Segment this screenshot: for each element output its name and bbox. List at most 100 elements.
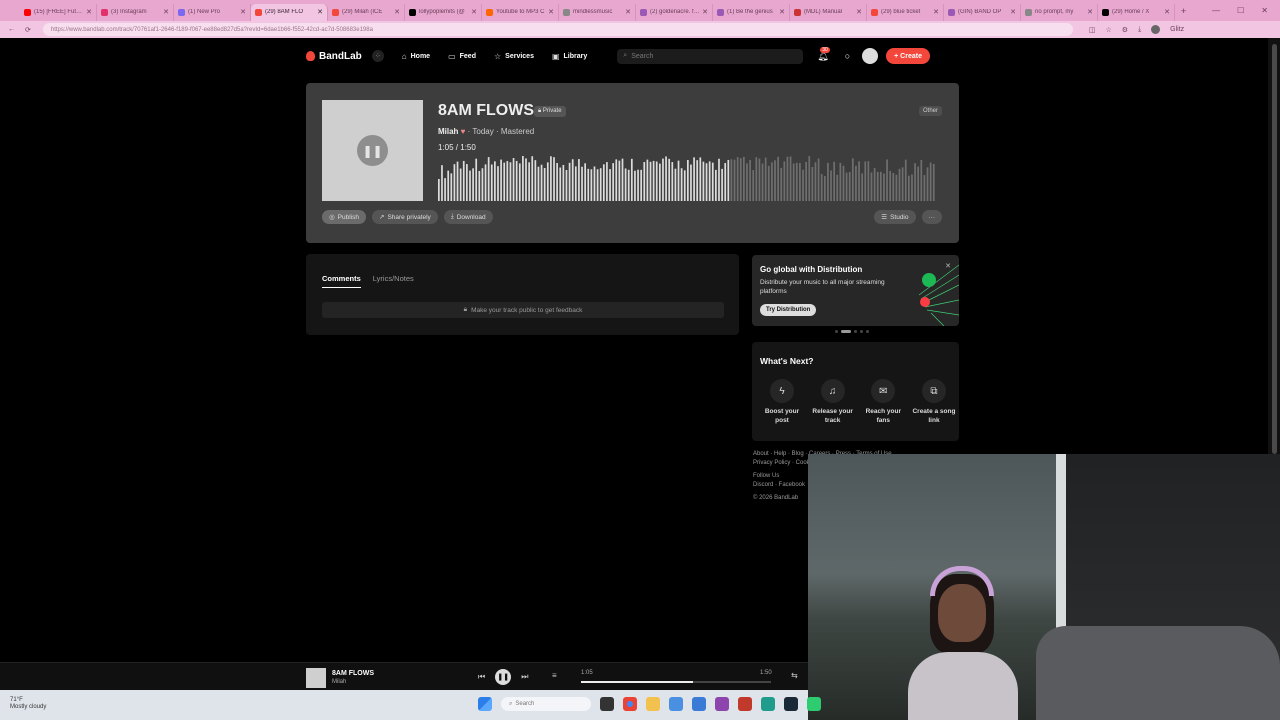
close-tab-icon[interactable]: ✕ (1087, 8, 1093, 16)
browser-tab[interactable]: (2) goldenacre. fun ✕ (636, 3, 713, 21)
close-tab-icon[interactable]: ✕ (317, 8, 323, 16)
share-privately-button[interactable]: ↗ Share privately (372, 210, 438, 224)
extension-icon[interactable]: ◫ (1089, 26, 1096, 34)
more-options-button[interactable]: ··· (921, 210, 942, 224)
carousel-dot[interactable] (866, 330, 869, 333)
player-pause-button[interactable]: ❚❚ (495, 669, 512, 685)
artist-link[interactable]: Milah (438, 127, 458, 136)
player-progress[interactable] (581, 681, 771, 683)
profile-name[interactable]: Glitz (1170, 26, 1184, 33)
reload-icon[interactable]: ⟳ (25, 26, 31, 34)
browser-tab[interactable]: mindlessmusic ✕ (559, 3, 636, 21)
close-tab-icon[interactable]: ✕ (240, 8, 246, 16)
back-icon[interactable]: ← (8, 26, 15, 34)
apps-grid-icon[interactable]: ⁘ (371, 50, 384, 62)
app-icon[interactable] (715, 697, 729, 711)
download-button[interactable]: ⤓ Download (443, 210, 493, 224)
browser-tab[interactable]: (1) New Pro ✕ (174, 3, 251, 21)
minimize-icon[interactable]: — (1212, 6, 1220, 15)
bandlab-logo[interactable]: BandLab (306, 51, 362, 62)
close-tab-icon[interactable]: ✕ (163, 8, 169, 16)
tab-comments[interactable]: Comments (322, 274, 361, 288)
user-avatar[interactable] (862, 48, 879, 64)
nav-feed[interactable]: ▭ Feed (448, 52, 476, 61)
new-tab-button[interactable]: + (1181, 6, 1186, 16)
close-tab-icon[interactable]: ✕ (625, 8, 631, 16)
messages-icon[interactable]: ○ (845, 51, 850, 61)
carousel-dot-active[interactable] (841, 330, 851, 333)
tab-lyrics-notes[interactable]: Lyrics/Notes (373, 274, 414, 288)
queue-icon[interactable]: ≡ (552, 671, 557, 680)
maximize-icon[interactable]: ☐ (1237, 6, 1244, 15)
player-artwork[interactable] (306, 668, 326, 688)
close-tab-icon[interactable]: ✕ (86, 8, 92, 16)
reach-fans-action[interactable]: ✉ Reach your fans (861, 379, 905, 425)
close-tab-icon[interactable]: ✕ (856, 8, 862, 16)
edge-icon[interactable] (761, 697, 775, 711)
browser-tab[interactable]: (29) 8AM FLO ✕ (251, 3, 328, 21)
create-button[interactable]: + Create (886, 48, 930, 64)
app-icon[interactable] (738, 697, 752, 711)
browser-tab[interactable]: (MDL) Manual ✕ (790, 3, 867, 21)
close-tab-icon[interactable]: ✕ (471, 8, 477, 16)
settings-icon[interactable]: ⚙ (1122, 26, 1128, 34)
studio-button[interactable]: ☰ Studio (874, 210, 916, 224)
publish-button[interactable]: ◎ Publish (322, 210, 366, 224)
repeat-icon[interactable]: ⇆ (791, 671, 798, 680)
browser-tab[interactable]: (1) Be the genius ✕ (713, 3, 790, 21)
app-icon[interactable] (807, 697, 821, 711)
close-tab-icon[interactable]: ✕ (702, 8, 708, 16)
profile-avatar[interactable] (1151, 25, 1161, 34)
browser-tab[interactable]: no prompt, my ✕ (1021, 3, 1098, 21)
file-explorer-icon[interactable] (646, 697, 660, 711)
promo-carousel-dots[interactable] (835, 330, 869, 333)
player-artist[interactable]: Milah (332, 679, 346, 685)
browser-tab[interactable]: lollypoplemits (@ ✕ (405, 3, 482, 21)
close-tab-icon[interactable]: ✕ (548, 8, 554, 16)
nav-home[interactable]: ⌂ Home (402, 52, 430, 61)
nav-services[interactable]: ☆ Services (494, 52, 534, 61)
close-tab-icon[interactable]: ✕ (1010, 8, 1016, 16)
nav-library[interactable]: ▣ Library (552, 52, 587, 61)
start-icon[interactable] (478, 697, 492, 711)
track-artwork[interactable]: ❚❚ (322, 100, 423, 201)
browser-tab[interactable]: (15) [FREE] Future ✕ (20, 3, 97, 21)
browser-tab[interactable]: (29) Milah (ICE ✕ (328, 3, 405, 21)
url-field[interactable]: https://www.bandlab.com/track/70761af1-2… (42, 23, 1073, 36)
notifications-button[interactable]: 🔔︎ 30 (817, 46, 830, 62)
taskbar-search[interactable]: ⌕ Search (501, 697, 591, 711)
waveform[interactable] (438, 156, 936, 201)
waveform-bar (540, 164, 543, 201)
browser-tab[interactable]: Youtube to MP3 C ✕ (482, 3, 559, 21)
browser-tab[interactable]: (GIN) BAND OP ✕ (944, 3, 1021, 21)
next-icon[interactable]: ⏭︎ (521, 672, 528, 682)
carousel-dot[interactable] (835, 330, 838, 333)
browser-tab[interactable]: (29) blue ticket ✕ (867, 3, 944, 21)
close-tab-icon[interactable]: ✕ (394, 8, 400, 16)
song-link-action[interactable]: ⧉ Create a song link (912, 379, 956, 425)
chrome-icon[interactable] (623, 697, 637, 711)
try-distribution-button[interactable]: Try Distribution (760, 304, 817, 316)
steam-icon[interactable] (784, 697, 798, 711)
carousel-dot[interactable] (854, 330, 857, 333)
search-input[interactable]: ⌕ Search (617, 48, 804, 64)
browser-tab[interactable]: (3) Instagram ✕ (97, 3, 174, 21)
close-tab-icon[interactable]: ✕ (933, 8, 939, 16)
close-tab-icon[interactable]: ✕ (779, 8, 785, 16)
previous-icon[interactable]: ⏮︎ (478, 672, 485, 682)
app-icon[interactable] (669, 697, 683, 711)
app-icon[interactable] (692, 697, 706, 711)
downloads-icon[interactable]: ⤓ (1138, 26, 1141, 34)
carousel-dot[interactable] (860, 330, 863, 333)
browser-tab[interactable]: (29) Home / X ✕ (1098, 3, 1175, 21)
player-title[interactable]: 8AM FLOWS (332, 670, 374, 677)
pause-button[interactable]: ❚❚ (357, 135, 388, 166)
release-track-action[interactable]: ♫ Release your track (811, 379, 855, 425)
weather-widget[interactable]: 71°F Mostly cloudy (10, 697, 46, 711)
scrollbar-thumb[interactable] (1272, 44, 1277, 454)
task-view-icon[interactable] (600, 697, 614, 711)
boost-post-action[interactable]: ϟ Boost your post (760, 379, 804, 425)
close-window-icon[interactable]: ✕ (1261, 6, 1268, 15)
close-tab-icon[interactable]: ✕ (1164, 8, 1170, 16)
bookmark-icon[interactable]: ☆ (1106, 26, 1112, 34)
